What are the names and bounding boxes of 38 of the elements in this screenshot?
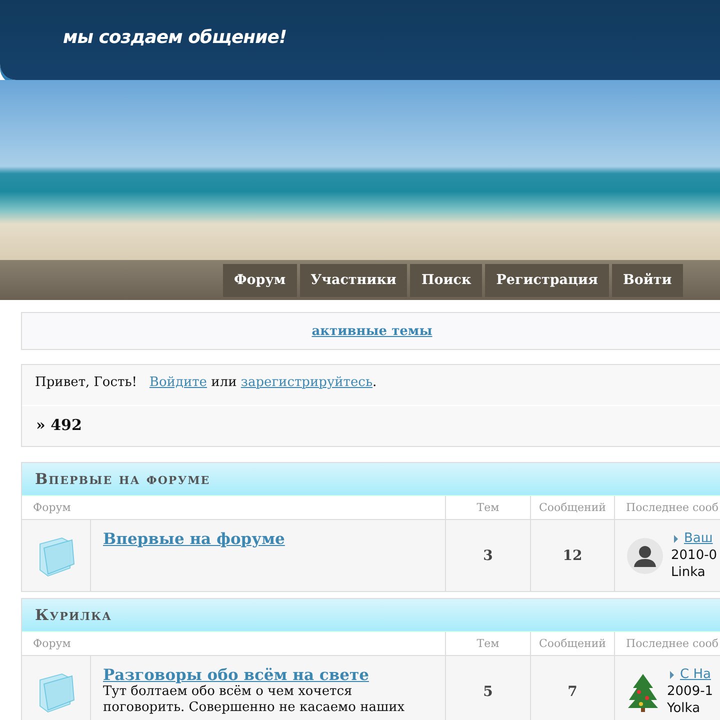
- column-header: Тем: [445, 496, 530, 519]
- tree-icon: [627, 672, 659, 712]
- column-header: Тем: [445, 632, 530, 655]
- forum-title-link[interactable]: Впервые на форуме: [103, 529, 285, 548]
- column-header: Форум: [32, 500, 72, 516]
- category-title: Впервые на форуме: [22, 463, 720, 496]
- last-post-author: Linka: [671, 564, 706, 581]
- login-link[interactable]: Войдите: [149, 375, 208, 390]
- column-header: Последнее сооб: [614, 632, 720, 655]
- category-title: Курилка: [22, 599, 720, 632]
- arrow-icon: [667, 670, 677, 680]
- posts-count: 12: [530, 520, 614, 591]
- column-header: Форум: [32, 636, 72, 652]
- welcome-text: Привет, Гость! Войдите или зарегистрируйтесь.: [34, 374, 378, 392]
- stats-count: » 492: [22, 405, 720, 446]
- nav-link[interactable]: Форум: [223, 264, 297, 296]
- nav-link[interactable]: Участники: [300, 264, 408, 296]
- forum-description: Тут болтаем обо всём о чем хочется поговорить. Совершенно не касаемо наших: [103, 684, 406, 716]
- nav-link[interactable]: Поиск: [410, 264, 482, 296]
- site-slogan: мы создаем общение!: [63, 26, 287, 48]
- last-post-link[interactable]: Ваш: [684, 530, 713, 547]
- register-link[interactable]: зарегистрируйтесь: [240, 375, 373, 390]
- forum-title-link[interactable]: Разговоры обо всём на свете: [103, 665, 369, 684]
- column-header: Сообщений: [530, 496, 614, 519]
- posts-count: 7: [530, 656, 614, 720]
- column-header: Последнее сооб: [614, 496, 720, 519]
- nav-link[interactable]: Войти: [612, 264, 683, 296]
- last-post-link[interactable]: С На: [680, 666, 711, 683]
- avatar-icon: [627, 538, 663, 574]
- column-header: Сообщений: [530, 632, 614, 655]
- last-post-date: 2010-0: [671, 547, 718, 564]
- last-post-author: Yolka: [667, 700, 702, 717]
- last-post-date: 2009-1: [667, 683, 714, 700]
- active-topics-link[interactable]: активные темы: [312, 324, 432, 338]
- topics-count: 3: [445, 520, 530, 591]
- nav-link[interactable]: Регистрация: [485, 264, 609, 296]
- topics-count: 5: [445, 656, 530, 720]
- arrow-icon: [671, 534, 681, 544]
